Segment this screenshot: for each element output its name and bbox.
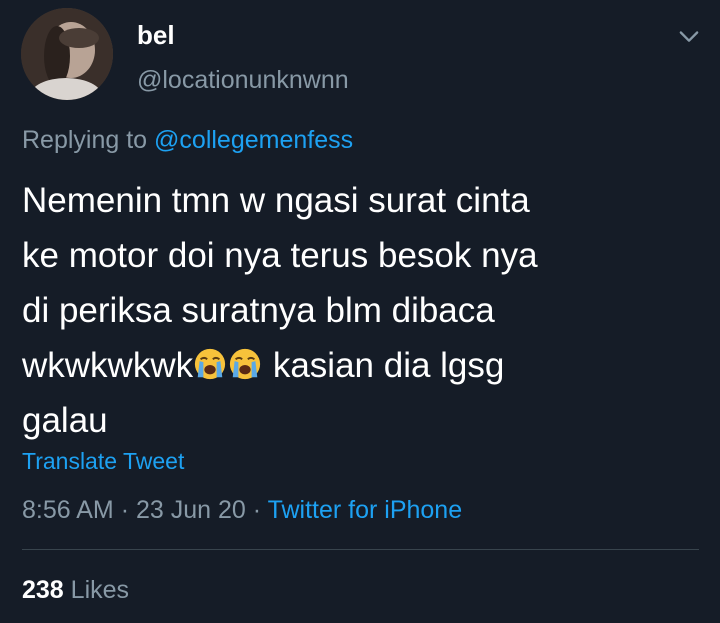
tweet-text-line: galau [22,401,108,440]
separator: · [120,496,130,524]
tweet-text: Nemenin tmn w ngasi surat cinta ke motor… [22,173,702,448]
user-handle[interactable]: @locationunknwnn [137,66,349,95]
translate-tweet-link[interactable]: Translate Tweet [22,448,184,475]
tweet-text-line: Nemenin tmn w ngasi surat cinta [22,181,530,220]
tweet-date[interactable]: 23 Jun 20 [136,496,246,524]
tweet-text-line-with-emoji: wkwkwkwk kasian dia lgsg [22,338,702,393]
avatar[interactable] [21,8,113,100]
divider [22,549,699,550]
replying-to-line: Replying to @collegemenfess [22,126,353,155]
tweet-text-line: di periksa suratnya blm dibaca [22,291,495,330]
mention-link[interactable]: @collegemenfess [154,126,353,154]
chevron-down-icon[interactable] [675,22,703,50]
likes-count: 238 [22,576,64,604]
loudly-crying-face-icon [194,348,226,380]
separator: · [252,496,262,524]
tweet-time[interactable]: 8:56 AM [22,496,114,524]
tweet-metadata: 8:56 AM · 23 Jun 20 · Twitter for iPhone [22,496,462,525]
likes-stat[interactable]: 238 Likes [22,576,129,605]
loudly-crying-face-icon [229,348,261,380]
tweet-source-link[interactable]: Twitter for iPhone [268,496,463,524]
replying-prefix: Replying to [22,126,148,154]
tweet-text-fragment: kasian dia lgsg [263,346,505,385]
likes-label: Likes [70,576,130,604]
avatar-photo [21,8,113,100]
display-name[interactable]: bel [137,20,175,51]
tweet-text-line: ke motor doi nya terus besok nya [22,236,538,275]
tweet-text-fragment: wkwkwkwk [22,346,194,385]
